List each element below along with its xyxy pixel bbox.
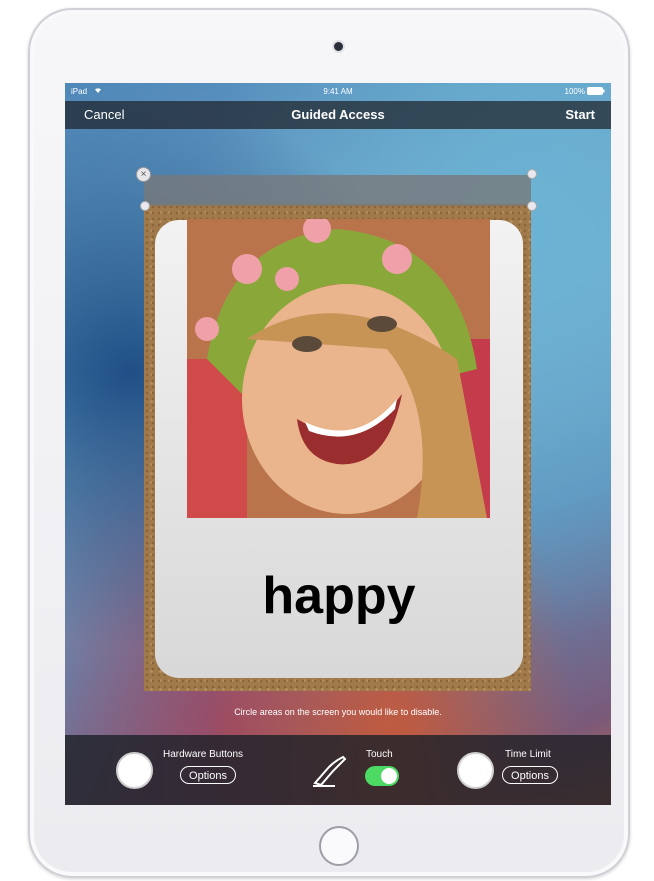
- card-word: happy: [262, 567, 416, 625]
- options-toolbar: Hardware Buttons Options Touch Time Limi…: [65, 735, 611, 805]
- toggle-knob: [381, 768, 397, 784]
- battery-percent: 100%: [564, 87, 585, 96]
- time-limit-label: Time Limit: [505, 749, 551, 760]
- hardware-buttons-label: Hardware Buttons: [163, 749, 244, 760]
- close-icon[interactable]: ×: [136, 167, 151, 182]
- camera: [334, 42, 343, 51]
- touch-label: Touch: [366, 749, 393, 760]
- status-bar: iPad 9:41 AM 100%: [65, 83, 611, 101]
- time-limit-toggle[interactable]: [457, 752, 494, 789]
- start-button[interactable]: Start: [565, 107, 595, 122]
- time-limit-options-button[interactable]: Options: [502, 766, 558, 784]
- home-button[interactable]: [319, 826, 359, 866]
- disabled-area[interactable]: [144, 175, 531, 206]
- hand-pen-icon: [311, 753, 351, 789]
- hardware-options-button[interactable]: Options: [180, 766, 236, 784]
- resize-handle[interactable]: [527, 169, 537, 179]
- battery-icon: [587, 87, 605, 97]
- instruction-text: Circle areas on the screen you would lik…: [234, 707, 442, 717]
- status-time: 9:41 AM: [323, 87, 353, 96]
- page-title: Guided Access: [291, 107, 385, 122]
- card-photo: [187, 219, 490, 518]
- touch-toggle[interactable]: [365, 766, 399, 786]
- nav-bar: Cancel Guided Access Start: [65, 101, 611, 129]
- screen: iPad 9:41 AM 100% Cancel Guided Access S…: [65, 83, 611, 805]
- resize-handle[interactable]: [140, 201, 150, 211]
- resize-handle[interactable]: [527, 201, 537, 211]
- hardware-buttons-toggle[interactable]: [116, 752, 153, 789]
